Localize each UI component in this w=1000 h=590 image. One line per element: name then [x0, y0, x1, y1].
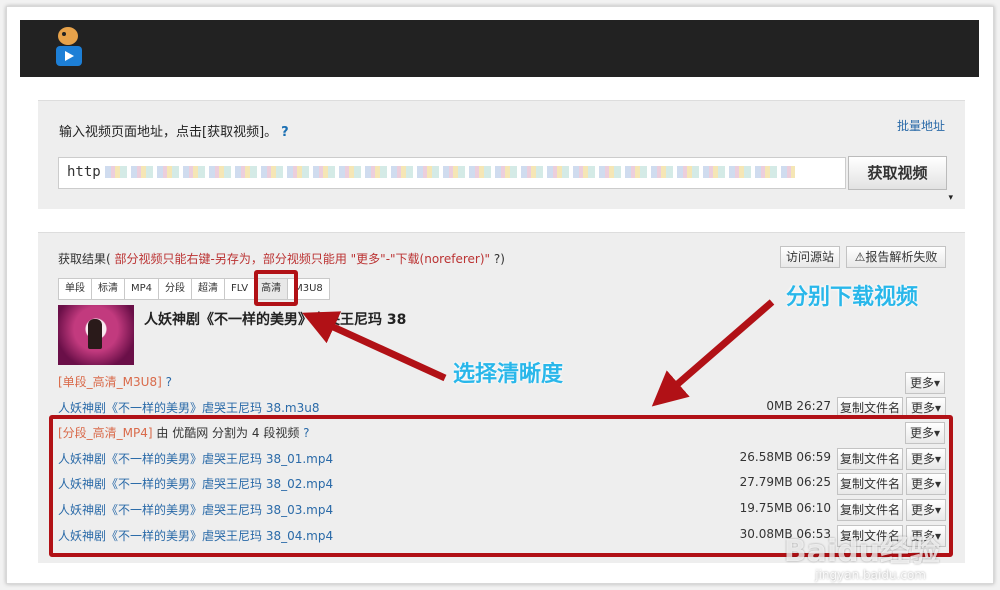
baidu-watermark: Baidu经验 [783, 534, 940, 569]
select-quality-callout: 选择清晰度 [453, 362, 564, 387]
download-each-callout: 分别下载视频 [786, 285, 919, 310]
arrow-to-file-list [651, 299, 775, 407]
arrow-to-quality-tab [302, 311, 447, 382]
baidu-watermark-url: jingyan.baidu.com [815, 568, 926, 582]
